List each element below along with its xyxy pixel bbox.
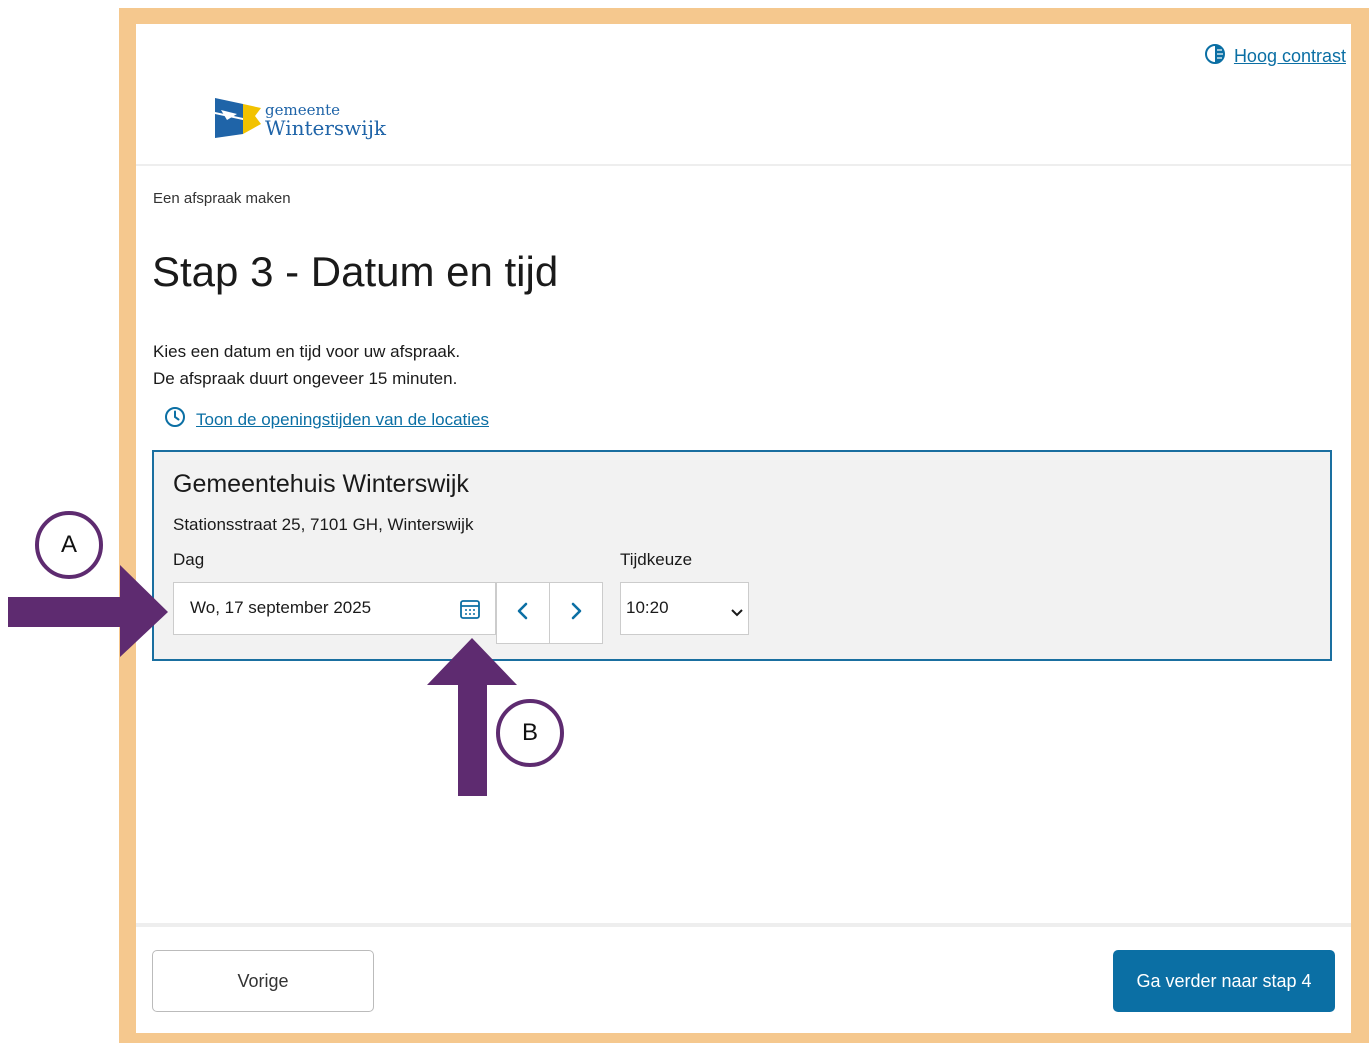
annotation-arrow-a [8, 565, 168, 657]
annotation-overlay [8, 565, 517, 796]
annotation-label-a: A [35, 511, 103, 579]
annotation-label-b: B [496, 699, 564, 767]
